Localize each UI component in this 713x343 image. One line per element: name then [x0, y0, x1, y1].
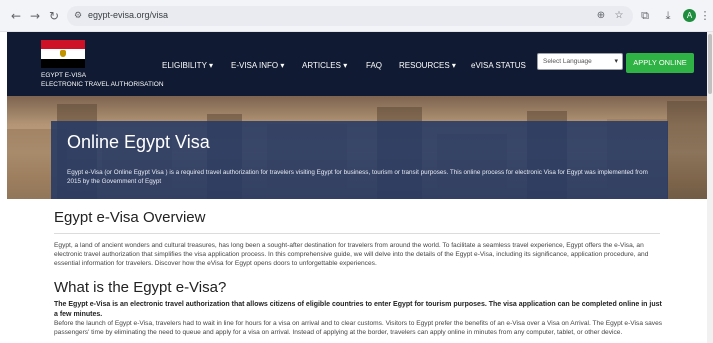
- menu-dots-icon[interactable]: ⋮: [698, 9, 712, 23]
- language-select[interactable]: Select Language ▾: [537, 53, 623, 70]
- hero-title: Online Egypt Visa: [67, 132, 210, 152]
- nav-eligibility[interactable]: ELIGIBILITY ▾: [162, 61, 213, 70]
- reload-icon[interactable]: ↻: [47, 9, 61, 23]
- nav-faq[interactable]: FAQ: [366, 61, 382, 70]
- nav-evisa-info[interactable]: E-VISA INFO ▾: [231, 61, 284, 70]
- apply-online-button[interactable]: APPLY ONLINE: [626, 53, 694, 73]
- brand-tagline[interactable]: ELECTRONIC TRAVEL AUTHORISATION: [41, 81, 164, 88]
- bookmark-star-icon[interactable]: ☆: [613, 10, 625, 22]
- forward-icon[interactable]: →: [28, 9, 42, 23]
- address-bar[interactable]: ⚙ egypt-evisa.org/visa ⊕ ☆: [67, 6, 633, 26]
- url-text[interactable]: egypt-evisa.org/visa: [88, 10, 168, 20]
- brand-name[interactable]: EGYPT E-VISA: [41, 72, 86, 79]
- nav-articles[interactable]: ARTICLES ▾: [302, 61, 347, 70]
- nav-evisa-status[interactable]: eVISA STATUS: [471, 61, 526, 70]
- scrollbar-thumb[interactable]: [708, 34, 712, 94]
- download-icon[interactable]: ⤓: [661, 9, 675, 23]
- egypt-flag-logo[interactable]: [41, 40, 85, 68]
- profile-avatar[interactable]: A: [683, 9, 696, 22]
- browser-toolbar: ← → ↻ ⚙ egypt-evisa.org/visa ⊕ ☆ ⧉ ⤓ A ⋮: [0, 0, 713, 32]
- overview-heading: Egypt e-Visa Overview: [54, 209, 206, 226]
- back-icon[interactable]: ←: [9, 9, 23, 23]
- language-select-value: Select Language: [543, 58, 592, 65]
- what-heading: What is the Egypt e-Visa?: [54, 279, 227, 296]
- overview-paragraph: Egypt, a land of ancient wonders and cul…: [54, 242, 649, 268]
- hero-subtitle: Egypt e-Visa (or Online Egypt Visa ) is …: [67, 169, 648, 185]
- heading-divider: [54, 233, 660, 234]
- site-header: EGYPT E-VISA ELECTRONIC TRAVEL AUTHORISA…: [7, 32, 707, 96]
- what-intro-bold: The Egypt e-Visa is an electronic travel…: [54, 301, 662, 318]
- nav-resources[interactable]: RESOURCES ▾: [399, 61, 456, 70]
- extensions-icon[interactable]: ⧉: [638, 9, 652, 23]
- what-paragraph: Before the launch of Egypt e-Visa, trave…: [54, 320, 663, 337]
- zoom-icon[interactable]: ⊕: [595, 10, 607, 22]
- site-settings-icon[interactable]: ⚙: [74, 10, 86, 22]
- chevron-down-icon: ▾: [614, 57, 618, 65]
